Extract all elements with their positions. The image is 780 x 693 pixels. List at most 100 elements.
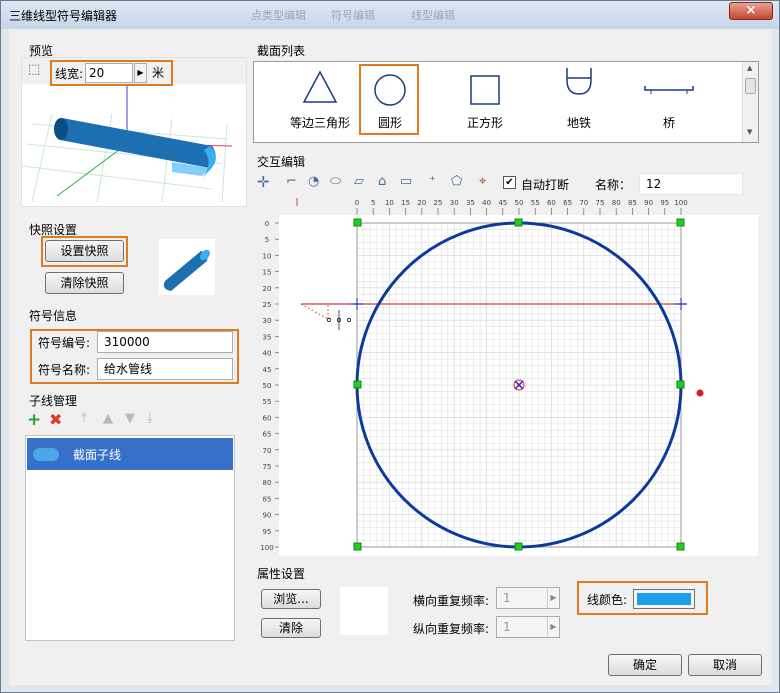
- line-color-swatch: [637, 593, 691, 605]
- control-handle[interactable]: [353, 542, 362, 551]
- ruler-top-label: 95: [660, 199, 669, 207]
- close-button[interactable]: ×: [729, 2, 773, 20]
- interactive-toolbar: ✛ ⌐ ◔ ⬭ ▱ ⌂ ▭ ⁺ ⬠ ⌖ ✔ 自动打断 名称： 12: [253, 171, 758, 196]
- dim-node[interactable]: [327, 318, 331, 322]
- polyline-icon[interactable]: ⌐: [286, 175, 297, 189]
- ruler-top-label: 85: [628, 199, 637, 207]
- snapshot-thumbnail: [159, 239, 215, 295]
- line-width-spin-button[interactable]: ▶: [134, 63, 147, 83]
- section-item-label: 地铁: [566, 116, 591, 130]
- clear-snapshot-button[interactable]: 清除快照: [45, 272, 124, 294]
- scroll-up-icon[interactable]: ▲: [747, 64, 752, 72]
- move-down-icon[interactable]: ▼: [125, 411, 135, 426]
- ruler-left-label: 40: [263, 350, 272, 358]
- title-bar: 三维线型符号编辑器 点类型编辑 符号编辑 线型编辑 ×: [1, 1, 779, 29]
- preview-axis-y: [56, 143, 128, 197]
- add-node-icon[interactable]: ⁺: [429, 175, 436, 189]
- symbol-code-input[interactable]: 310000: [97, 331, 233, 353]
- auto-break-checkbox[interactable]: ✔: [503, 176, 516, 189]
- properties-group-label: 属性设置: [257, 567, 306, 581]
- delete-icon[interactable]: ✖: [49, 410, 62, 429]
- auto-break-label: 自动打断: [521, 178, 570, 192]
- ruler-left-label: 60: [263, 414, 272, 422]
- line-width-label: 线宽:: [55, 67, 84, 81]
- view-cube-icon[interactable]: ⬚: [28, 62, 40, 77]
- subline-item[interactable]: 截面子线: [27, 438, 233, 470]
- ruler-left-label: 65: [263, 431, 272, 439]
- move-top-icon[interactable]: ⤒: [81, 411, 87, 426]
- client-area: 预览 ⬚ 线宽: 20 ▶ 米 快照设置 设置快照 清除快照 符号信息 符号编号…: [9, 29, 772, 685]
- section-item-bridge[interactable]: 桥: [634, 64, 704, 138]
- ruler-left-label: 70: [263, 447, 272, 455]
- section-item-subway[interactable]: 地铁: [544, 64, 614, 138]
- ruler-top-label: 90: [644, 199, 653, 207]
- h-repeat-label: 横向重复频率:: [413, 594, 490, 608]
- ruler-left-label: 35: [263, 333, 272, 341]
- edit-shape-icon[interactable]: ⬠: [451, 175, 462, 189]
- check-icon: ✔: [505, 177, 514, 188]
- parallelogram-icon[interactable]: ▱: [354, 175, 364, 189]
- control-handle[interactable]: [676, 218, 685, 227]
- rotation-handle[interactable]: [696, 389, 704, 397]
- ruler-top-label: 45: [498, 199, 507, 207]
- ruler-top-label: 10: [385, 199, 394, 207]
- symbol-code-label: 符号编号:: [38, 336, 91, 350]
- symbol-name-input[interactable]: 给水管线: [97, 358, 233, 380]
- control-handle[interactable]: [514, 218, 523, 227]
- ruler-left-label: 15: [263, 269, 272, 277]
- subline-list: 截面子线: [25, 435, 235, 641]
- name-label: 名称：: [595, 178, 632, 192]
- triangle-icon: [302, 70, 338, 103]
- texture-preview: [340, 587, 388, 635]
- cancel-button[interactable]: 取消: [688, 654, 762, 676]
- browse-button[interactable]: 浏览...: [261, 589, 321, 609]
- section-list-scrollbar[interactable]: ▲ ▼: [742, 62, 758, 142]
- control-handle[interactable]: [676, 380, 685, 389]
- line-width-input[interactable]: 20: [85, 63, 133, 83]
- house-icon[interactable]: ⌂: [378, 175, 386, 189]
- ruler-left-label: 5: [265, 236, 269, 244]
- v-repeat-spin[interactable]: ▶: [547, 617, 559, 637]
- edit-canvas[interactable]: 0 5 10 15 20 25 30 35 40 45 50 55 60 65 70 75 80 85 90 95 10…: [253, 196, 758, 556]
- add-icon[interactable]: +: [27, 410, 41, 430]
- ellipse-icon[interactable]: ⬭: [330, 175, 341, 189]
- pointer-icon[interactable]: ⌖: [479, 175, 486, 189]
- section-item-square[interactable]: 正方形: [450, 64, 520, 138]
- control-handle[interactable]: [353, 380, 362, 389]
- control-handle[interactable]: [353, 218, 362, 227]
- subway-icon: [566, 68, 592, 95]
- move-up-icon[interactable]: ▲: [103, 411, 113, 426]
- name-input[interactable]: 12: [639, 173, 743, 195]
- ruler-left-label: 20: [263, 285, 272, 293]
- arc-icon[interactable]: ◔: [308, 175, 319, 189]
- section-list: 等边三角形 圆形 正方形 地铁 桥 ▲ ▼: [253, 61, 759, 143]
- rectangle-icon[interactable]: ▭: [400, 175, 412, 189]
- h-repeat-spin[interactable]: ▶: [547, 588, 559, 608]
- ruler-left-label: 80: [263, 479, 272, 487]
- scroll-thumb[interactable]: [745, 78, 756, 94]
- ruler-top-label: 75: [596, 199, 605, 207]
- crosshair-icon[interactable]: ✛: [257, 175, 270, 190]
- clear-texture-button[interactable]: 清除: [261, 618, 321, 638]
- scroll-down-icon[interactable]: ▼: [747, 128, 752, 136]
- section-item-triangle[interactable]: 等边三角形: [274, 64, 366, 138]
- ruler-top-label: 15: [401, 199, 410, 207]
- play-icon: ▶: [550, 622, 557, 631]
- control-handle[interactable]: [514, 542, 523, 551]
- section-item-label: 等边三角形: [289, 116, 350, 130]
- interactive-group-label: 交互编辑: [257, 155, 306, 169]
- section-list-group-label: 截面列表: [257, 44, 306, 58]
- move-bottom-icon[interactable]: ⤓: [147, 411, 153, 426]
- control-handle[interactable]: [676, 542, 685, 551]
- ruler-top-label: 20: [417, 199, 426, 207]
- line-color-button[interactable]: [633, 589, 695, 609]
- set-snapshot-button[interactable]: 设置快照: [45, 240, 124, 262]
- ok-button[interactable]: 确定: [608, 654, 682, 676]
- ruler-top-label: 40: [482, 199, 491, 207]
- play-icon: ▶: [550, 593, 557, 602]
- ruler-top-label: 50: [515, 199, 524, 207]
- line-color-label: 线颜色:: [587, 593, 628, 607]
- dim-node[interactable]: [347, 318, 351, 322]
- ruler-left-label: 30: [263, 317, 272, 325]
- ruler-top-label: 80: [612, 199, 621, 207]
